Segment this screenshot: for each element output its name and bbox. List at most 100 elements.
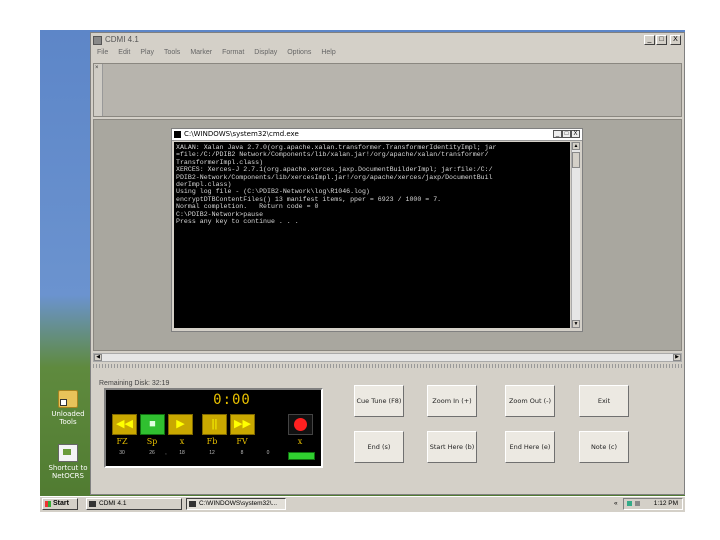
cue-tune-button[interactable]: Cue Tune (F8) — [354, 385, 404, 417]
record-button[interactable] — [288, 414, 313, 435]
workspace: C:\WINDOWS\system32\cmd.exe _ □ X XALAN:… — [93, 119, 682, 351]
cmd-titlebar[interactable]: C:\WINDOWS\system32\cmd.exe _ □ X — [172, 129, 582, 141]
time-display: 0:00 — [213, 392, 251, 408]
tray-expand-icon[interactable]: « — [614, 499, 618, 509]
task-label: CDMI 4.1 — [99, 500, 127, 507]
start-button[interactable]: Start — [42, 498, 78, 510]
level-meter — [288, 452, 315, 460]
app-window: CDMI 4.1 _ □ X File Edit Play Tools Mark… — [90, 32, 685, 495]
desktop-icon-label: NetOCRS — [52, 472, 84, 480]
cmd-scrollbar[interactable]: ▲ ▼ — [571, 142, 580, 328]
scroll-right-icon[interactable]: ▶ — [673, 354, 681, 361]
param-mark: 0 — [266, 450, 270, 456]
cmd-task-icon — [189, 501, 196, 507]
param-label: Sp — [146, 437, 158, 446]
console-line: Normal completion. Return code = 0 — [176, 203, 319, 211]
network-icon[interactable] — [627, 501, 632, 506]
clock[interactable]: 1:12 PM — [654, 499, 678, 509]
console-line: Press any key to continue . . . — [176, 218, 299, 226]
scroll-up-icon[interactable]: ▲ — [572, 142, 580, 150]
remaining-disk: Remaining Disk: 32:19 — [99, 380, 170, 387]
recorder-panel: 0:00 ◀◀ ■ ▶ || ▶▶ FZ Sp x Fb FV x 30 26 … — [104, 388, 323, 468]
shortcut-icon — [58, 444, 78, 462]
menu-help[interactable]: Help — [321, 49, 335, 60]
stop-button[interactable]: ■ — [140, 414, 165, 435]
windows-logo-icon — [45, 501, 51, 507]
fast-forward-button[interactable]: ▶▶ — [230, 414, 255, 435]
desktop-icon-unloaded-tools[interactable]: Unloaded Tools — [43, 390, 93, 426]
param-label: FZ — [116, 437, 128, 446]
param-label: FV — [236, 437, 248, 446]
param-label: x — [179, 437, 185, 446]
console-line: encryptDTBContentFiles() 13 manifest ite… — [176, 195, 442, 203]
minimize-button[interactable]: _ — [644, 35, 655, 45]
param-value: 18 — [179, 450, 185, 456]
cmd-window: C:\WINDOWS\system32\cmd.exe _ □ X XALAN:… — [171, 128, 583, 332]
note-button[interactable]: Note (c) — [579, 431, 629, 463]
start-here-button[interactable]: Start Here (b) — [427, 431, 477, 463]
record-label: x — [297, 437, 303, 446]
start-label: Start — [53, 500, 69, 507]
param-value: 8 — [240, 450, 244, 456]
folder-icon — [58, 390, 78, 408]
desktop-icon-label: Tools — [59, 418, 77, 426]
console-line: Using log file - (C:\PDIB2-Network\log\R… — [176, 188, 370, 196]
menu-edit[interactable]: Edit — [118, 49, 130, 60]
console-line: derImpl.class) — [176, 181, 232, 189]
menu-display[interactable]: Display — [254, 49, 277, 60]
exit-button[interactable]: Exit — [579, 385, 629, 417]
menu-file[interactable]: File — [97, 49, 108, 60]
tool-panel: × — [93, 63, 682, 117]
desktop-icon-label: Shortcut to — [48, 464, 88, 472]
menu-tools[interactable]: Tools — [164, 49, 180, 60]
app-titlebar[interactable]: CDMI 4.1 _ □ X — [91, 33, 684, 48]
scroll-thumb[interactable] — [572, 152, 580, 168]
cmd-maximize-button[interactable]: □ — [562, 130, 571, 138]
menu-options[interactable]: Options — [287, 49, 311, 60]
task-cmd[interactable]: C:\WINDOWS\system32\... — [186, 498, 286, 510]
console-line: C:\PDIB2-Network>pause — [176, 210, 264, 218]
cmd-close-button[interactable]: X — [571, 130, 580, 138]
param-value: 30 — [119, 450, 125, 456]
console-line: PDIB2-Network/Components/lib/xercesImpl.… — [176, 173, 493, 181]
scroll-left-icon[interactable]: ◀ — [94, 354, 102, 361]
desktop-icon-label: Unloaded — [51, 410, 85, 418]
desktop-icon-netocrs[interactable]: Shortcut to NetOCRS — [43, 444, 93, 480]
app-task-icon — [89, 501, 96, 507]
splitter[interactable] — [93, 364, 682, 368]
rewind-button[interactable]: ◀◀ — [112, 414, 137, 435]
system-tray: « 1:12 PM — [614, 498, 683, 510]
pause-button[interactable]: || — [202, 414, 227, 435]
timeline-scrollbar[interactable]: ◀ ▶ — [93, 353, 682, 362]
scroll-down-icon[interactable]: ▼ — [572, 320, 580, 328]
close-button[interactable]: X — [670, 35, 681, 45]
volume-icon[interactable] — [635, 501, 640, 506]
menu-play[interactable]: Play — [140, 49, 154, 60]
menu-marker[interactable]: Marker — [190, 49, 212, 60]
app-icon — [93, 36, 102, 45]
cmd-icon — [174, 131, 181, 138]
console-line: =file:/C:/PDIB2 Network/Components/lib/x… — [176, 151, 489, 159]
tool-panel-close-icon[interactable]: × — [95, 65, 99, 71]
menu-format[interactable]: Format — [222, 49, 244, 60]
play-button[interactable]: ▶ — [168, 414, 193, 435]
tool-panel-grip[interactable]: × — [94, 64, 103, 116]
param-label: Fb — [206, 437, 218, 446]
console-line: XALAN: Xalan Java 2.7.0(org.apache.xalan… — [176, 144, 497, 151]
desktop: Unloaded Tools Shortcut to NetOCRS CDMI … — [40, 30, 685, 512]
zoom-out-button[interactable]: Zoom Out (-) — [505, 385, 555, 417]
zoom-in-button[interactable]: Zoom In (+) — [427, 385, 477, 417]
cmd-minimize-button[interactable]: _ — [553, 130, 562, 138]
taskbar: Start CDMI 4.1 C:\WINDOWS\system32\... «… — [40, 496, 685, 512]
task-cdmi[interactable]: CDMI 4.1 — [86, 498, 182, 510]
console-line: XERCES: Xerces-J 2.7.1(org.apache.xerces… — [176, 166, 493, 174]
menu-bar: File Edit Play Tools Marker Format Displ… — [91, 49, 684, 60]
maximize-button[interactable]: □ — [656, 35, 667, 45]
console-output[interactable]: XALAN: Xalan Java 2.7.0(org.apache.xalan… — [174, 142, 570, 328]
end-here-button[interactable]: End Here (e) — [505, 431, 555, 463]
param-value: 12 — [209, 450, 215, 456]
task-label: C:\WINDOWS\system32\... — [199, 500, 278, 507]
record-icon — [294, 418, 307, 431]
end-button[interactable]: End (s) — [354, 431, 404, 463]
cmd-title: C:\WINDOWS\system32\cmd.exe — [184, 130, 299, 138]
